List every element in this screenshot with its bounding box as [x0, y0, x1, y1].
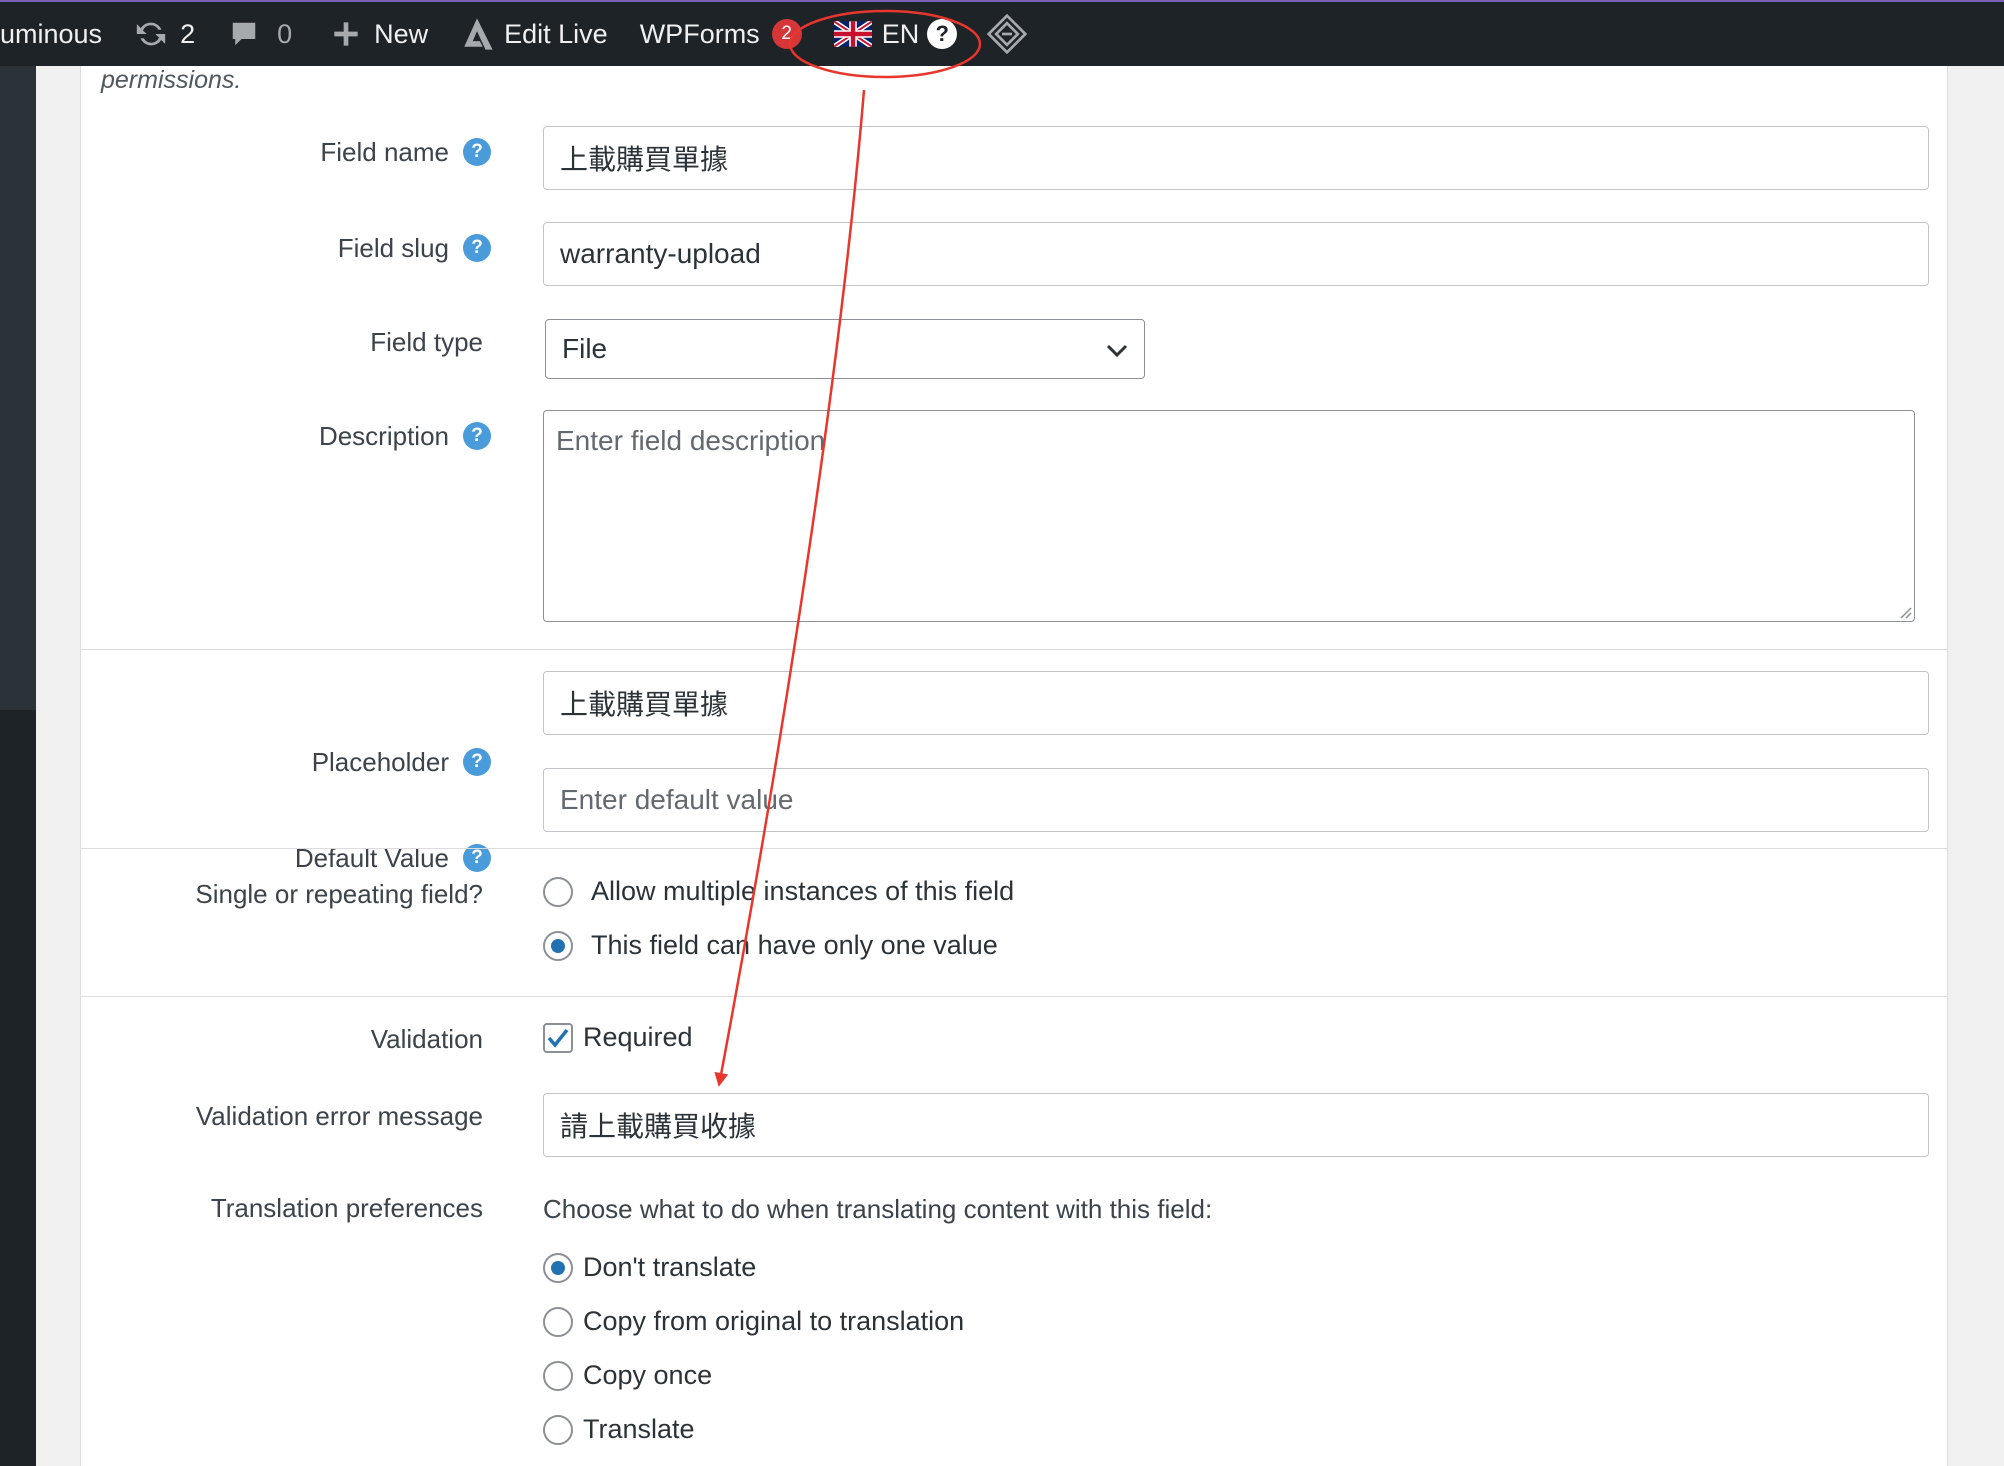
validation-label: Validation [371, 1019, 483, 1059]
validation-error-label: Validation error message [196, 1096, 483, 1136]
section-divider [81, 649, 1947, 650]
translation-option-label: Don't translate [583, 1252, 757, 1282]
radio-button[interactable] [543, 1306, 573, 1337]
placeholder-label: Placeholder ? [312, 742, 491, 782]
radio-button-selected[interactable] [543, 930, 573, 961]
field-settings-panel: permissions. Field name ? 上載購買單據 Field s… [80, 66, 1948, 1466]
default-value-label: Default Value ? [295, 838, 491, 878]
translation-option-label: Copy from original to translation [583, 1306, 965, 1336]
diamond-menu-link[interactable] [987, 2, 1028, 66]
comment-icon [229, 19, 259, 49]
new-label: New [374, 18, 429, 49]
diamond-logo-icon [987, 14, 1028, 54]
repeating-label-text: Single or repeating field? [195, 878, 483, 909]
edit-live-label: Edit Live [504, 18, 608, 49]
repeating-option-label: Allow multiple instances of this field [591, 876, 1015, 906]
required-label: Required [583, 1022, 693, 1052]
radio-button-selected[interactable] [543, 1252, 573, 1283]
checkmark-icon [547, 1028, 569, 1048]
repeating-option-single[interactable]: This field can have only one value [543, 930, 998, 961]
language-label: EN [881, 18, 920, 49]
field-slug-label: Field slug ? [338, 228, 491, 268]
site-name: uminous [0, 18, 103, 49]
content-area: permissions. Field name ? 上載購買單據 Field s… [36, 66, 2004, 1466]
translation-intro: Choose what to do when translating conte… [543, 1194, 1213, 1224]
comments-count: 0 [277, 18, 293, 49]
placeholder-input[interactable]: 上載購買單據 [543, 671, 1929, 735]
chevron-down-icon [1106, 333, 1128, 365]
wpforms-label: WPForms [639, 18, 760, 49]
plus-icon [332, 20, 360, 48]
repeating-option-label: This field can have only one value [591, 930, 998, 960]
help-icon[interactable]: ? [927, 19, 958, 49]
site-name-link[interactable]: uminous [0, 2, 102, 66]
edit-live-link[interactable]: Edit Live [460, 2, 608, 66]
question-icon[interactable]: ? [463, 748, 491, 776]
radio-button[interactable] [543, 876, 573, 907]
updates-icon [134, 17, 168, 51]
edit-live-logo-icon [460, 17, 494, 51]
field-type-select[interactable]: File [545, 319, 1145, 379]
admin-sidebar-strip [0, 66, 36, 1466]
section-divider [81, 848, 1947, 849]
admin-sidebar-menu-area [0, 66, 36, 710]
updates-link[interactable]: 2 [134, 2, 195, 66]
translation-option-dont-translate[interactable]: Don't translate [543, 1252, 756, 1283]
language-switcher[interactable]: EN ? [833, 2, 958, 66]
translation-option-label: Copy once [583, 1360, 713, 1390]
intro-text: permissions. [101, 66, 242, 94]
default-value-input[interactable]: Enter default value [543, 768, 1929, 832]
field-name-label-text: Field name [320, 136, 449, 167]
updates-count: 2 [180, 18, 196, 49]
uk-flag-icon [833, 21, 872, 47]
description-label-text: Description [318, 420, 449, 451]
field-type-value: File [562, 333, 608, 364]
translation-label: Translation preferences [211, 1188, 483, 1228]
translation-option-translate[interactable]: Translate [543, 1414, 695, 1445]
field-name-label: Field name ? [320, 132, 491, 172]
new-content-link[interactable]: New [332, 2, 428, 66]
description-placeholder: Enter field description [556, 425, 826, 456]
field-type-label: Field type [370, 322, 483, 362]
field-type-label-text: Field type [370, 326, 483, 357]
placeholder-label-text: Placeholder [311, 746, 449, 777]
required-checkbox[interactable] [543, 1022, 573, 1053]
comments-link[interactable]: 0 [229, 2, 292, 66]
radio-button[interactable] [543, 1414, 573, 1445]
repeating-label: Single or repeating field? [195, 874, 483, 914]
radio-button[interactable] [543, 1360, 573, 1391]
description-label: Description ? [319, 416, 491, 456]
question-icon[interactable]: ? [463, 234, 491, 262]
wpforms-notification-badge: 2 [771, 19, 802, 49]
validation-error-label-text: Validation error message [195, 1100, 483, 1131]
wpforms-link[interactable]: WPForms 2 [640, 2, 802, 66]
question-icon[interactable]: ? [463, 138, 491, 166]
validation-error-input[interactable]: 請上載購買收據 [543, 1093, 1929, 1157]
section-divider [81, 996, 1947, 997]
field-name-input[interactable]: 上載購買單據 [543, 126, 1929, 190]
required-checkbox-row[interactable]: Required [543, 1022, 693, 1053]
description-textarea[interactable]: Enter field description [543, 410, 1915, 622]
resize-handle-icon[interactable] [1896, 603, 1912, 619]
validation-label-text: Validation [370, 1023, 483, 1054]
translation-option-label: Translate [583, 1414, 695, 1444]
translation-option-copy[interactable]: Copy from original to translation [543, 1306, 964, 1337]
question-icon[interactable]: ? [463, 422, 491, 450]
field-slug-input[interactable]: warranty-upload [543, 222, 1929, 286]
translation-option-copy-once[interactable]: Copy once [543, 1360, 712, 1391]
field-slug-label-text: Field slug [337, 232, 449, 263]
admin-bar: uminous 2 0 New Edit Live WPForms 2 EN ? [0, 0, 2004, 66]
translation-label-text: Translation preferences [210, 1192, 483, 1223]
repeating-option-multiple[interactable]: Allow multiple instances of this field [543, 876, 1014, 907]
